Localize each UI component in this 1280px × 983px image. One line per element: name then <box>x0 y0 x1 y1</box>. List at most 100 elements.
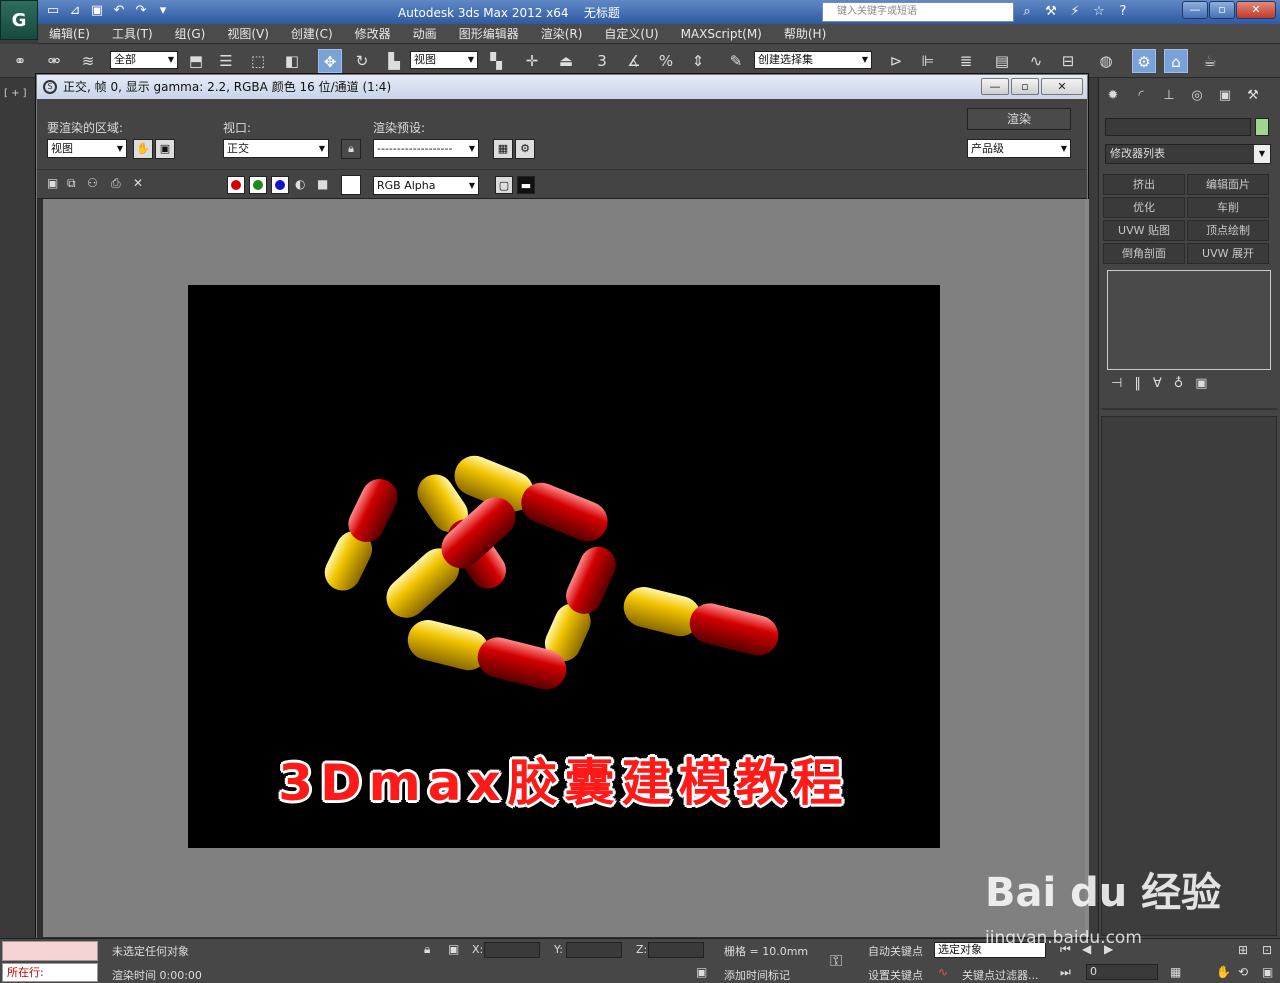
menu-animation[interactable]: 动画 <box>402 24 448 43</box>
add-time-tag-label[interactable]: 添加时间标记 <box>724 967 790 983</box>
save-icon[interactable]: ▣ <box>88 2 106 20</box>
auto-region-icon[interactable]: ▣ <box>155 139 175 159</box>
production-dropdown[interactable]: 产品级 <box>967 139 1071 158</box>
minimize-button[interactable]: — <box>1182 1 1208 19</box>
material-editor-icon[interactable]: ◍ <box>1094 49 1118 73</box>
menu-tools[interactable]: 工具(T) <box>101 24 164 43</box>
keyboard-shortcut-override-icon[interactable]: ⏏ <box>554 49 578 73</box>
redo-icon[interactable]: ↷ <box>132 2 150 20</box>
render-preset-dropdown[interactable]: ------------------- <box>373 139 479 158</box>
rotate-icon[interactable]: ↻ <box>350 49 374 73</box>
angle-snap-icon[interactable]: ∡ <box>622 49 646 73</box>
align-icon[interactable]: ⊫ <box>916 49 940 73</box>
modifier-button-edit-patch[interactable]: 编辑面片 <box>1187 174 1269 195</box>
zoom-extents-icon[interactable]: ⊞ <box>1238 943 1248 957</box>
link-icon[interactable]: ⚭ <box>8 49 32 73</box>
menu-customize[interactable]: 自定义(U) <box>593 24 669 43</box>
bind-space-warp-icon[interactable]: ≋ <box>76 49 100 73</box>
percent-snap-icon[interactable]: % <box>654 49 678 73</box>
modifier-stack[interactable] <box>1107 270 1271 370</box>
hierarchy-tab-icon[interactable]: ⊥ <box>1159 86 1179 106</box>
menu-views[interactable]: 视图(V) <box>216 24 280 43</box>
display-channel-dropdown[interactable]: RGB Alpha <box>373 176 479 195</box>
clear-image-icon[interactable]: ✕ <box>133 176 143 190</box>
green-channel-toggle[interactable] <box>249 176 267 194</box>
modifier-button-bevel-profile[interactable]: 倒角剖面 <box>1103 243 1185 264</box>
new-icon[interactable]: ▭ <box>44 2 62 20</box>
make-unique-icon[interactable]: ∀ <box>1153 376 1162 391</box>
menu-edit[interactable]: 编辑(E) <box>38 24 101 43</box>
render-scrollbar[interactable] <box>1085 199 1089 937</box>
curve-editor-icon[interactable]: ∿ <box>1024 49 1048 73</box>
object-color-swatch[interactable] <box>1255 118 1269 136</box>
select-manipulate-icon[interactable]: ✛ <box>520 49 544 73</box>
color-swatch[interactable] <box>341 175 361 195</box>
toggle-ui-icon[interactable]: ▬ <box>517 176 535 194</box>
spinner-snap-icon[interactable]: ⇕ <box>686 49 710 73</box>
set-key-button[interactable]: 设置关键点 <box>868 967 923 983</box>
move-icon[interactable]: ✥ <box>318 49 342 73</box>
modifier-button-uvw-map[interactable]: UVW 贴图 <box>1103 220 1185 241</box>
absolute-mode-icon[interactable]: ▣ <box>448 942 459 956</box>
modifier-button-extrude[interactable]: 挤出 <box>1103 174 1185 195</box>
z-coord-field[interactable] <box>648 942 704 958</box>
toggle-ui-overlay-icon[interactable]: ▢ <box>495 176 513 194</box>
layer-manager-icon[interactable]: ≣ <box>954 49 978 73</box>
rendered-frame-window-icon[interactable]: ⌂ <box>1164 49 1188 73</box>
edit-named-selection-icon[interactable]: ✎ <box>724 49 748 73</box>
modifier-button-optimize[interactable]: 优化 <box>1103 197 1185 218</box>
current-frame-field[interactable]: 0 <box>1086 964 1158 980</box>
render-setup-icon[interactable]: ⚙ <box>1132 49 1156 73</box>
app-logo-icon[interactable]: G <box>0 0 38 40</box>
schematic-view-icon[interactable]: ⊟ <box>1056 49 1080 73</box>
communication-icon[interactable]: ⚡ <box>1066 3 1084 21</box>
select-by-name-icon[interactable]: ☰ <box>214 49 238 73</box>
orbit-icon[interactable]: ⟲ <box>1238 965 1248 979</box>
print-image-icon[interactable]: ⎙ <box>111 176 121 191</box>
menu-help[interactable]: 帮助(H) <box>773 24 837 43</box>
menu-graph-editors[interactable]: 图形编辑器 <box>448 24 530 43</box>
key-filters-button[interactable]: 关键点过滤器... <box>962 967 1039 983</box>
qat-dropdown-icon[interactable]: ▾ <box>154 2 172 20</box>
select-object-icon[interactable]: ⬒ <box>184 49 208 73</box>
key-mode-toggle-icon[interactable]: ⏭ <box>1060 965 1071 980</box>
edit-region-icon[interactable]: ✋ <box>133 139 153 159</box>
x-coord-field[interactable] <box>484 942 540 958</box>
close-button[interactable]: ✕ <box>1236 1 1276 19</box>
lock-icon[interactable]: 🔒︎ <box>341 139 361 159</box>
window-crossing-icon[interactable]: ◧ <box>280 49 304 73</box>
star-icon[interactable]: ☆ <box>1090 3 1108 21</box>
modifier-button-unwrap-uvw[interactable]: UVW 展开 <box>1187 243 1269 264</box>
auto-key-button[interactable]: 自动关键点 <box>868 943 923 959</box>
region-select-icon[interactable]: ⬚ <box>246 49 270 73</box>
menu-group[interactable]: 组(G) <box>164 24 217 43</box>
configure-sets-icon[interactable]: ▣ <box>1195 376 1207 391</box>
mirror-icon[interactable]: ⊳ <box>884 49 908 73</box>
create-tab-icon[interactable]: ✹ <box>1103 86 1123 106</box>
maximize-icon[interactable]: ▫ <box>1011 78 1039 95</box>
copy-image-icon[interactable]: ⧉ <box>67 176 76 191</box>
object-name-field[interactable] <box>1105 118 1251 136</box>
modifier-button-vertex-paint[interactable]: 顶点绘制 <box>1187 220 1269 241</box>
display-tab-icon[interactable]: ▣ <box>1215 86 1235 106</box>
maxscript-listener[interactable] <box>2 941 98 961</box>
minimize-icon[interactable]: — <box>981 78 1009 95</box>
close-icon[interactable]: ✕ <box>1041 78 1083 95</box>
modifier-button-lathe[interactable]: 车削 <box>1187 197 1269 218</box>
open-icon[interactable]: ⊿ <box>66 2 84 20</box>
clone-window-icon[interactable]: ⚇ <box>87 176 98 190</box>
save-image-icon[interactable]: ▣ <box>47 176 58 190</box>
y-coord-field[interactable] <box>566 942 622 958</box>
modifier-list-dropdown[interactable]: 修改器列表 <box>1105 144 1271 164</box>
remove-modifier-icon[interactable]: ♁ <box>1174 376 1184 391</box>
alpha-channel-icon[interactable]: ◐ <box>295 177 305 191</box>
help-icon[interactable]: ? <box>1114 3 1132 21</box>
utilities-tab-icon[interactable]: ⚒ <box>1243 86 1263 106</box>
menu-rendering[interactable]: 渲染(R) <box>530 24 594 43</box>
scale-icon[interactable]: ▙ <box>382 49 406 73</box>
render-button[interactable]: 渲染 <box>967 108 1071 130</box>
selection-lock-icon[interactable]: 🔒︎ <box>424 942 430 957</box>
red-channel-toggle[interactable] <box>227 176 245 194</box>
maximize-viewport-icon[interactable]: ▣ <box>1262 965 1273 979</box>
add-time-tag-icon[interactable]: ▣ <box>696 965 707 979</box>
